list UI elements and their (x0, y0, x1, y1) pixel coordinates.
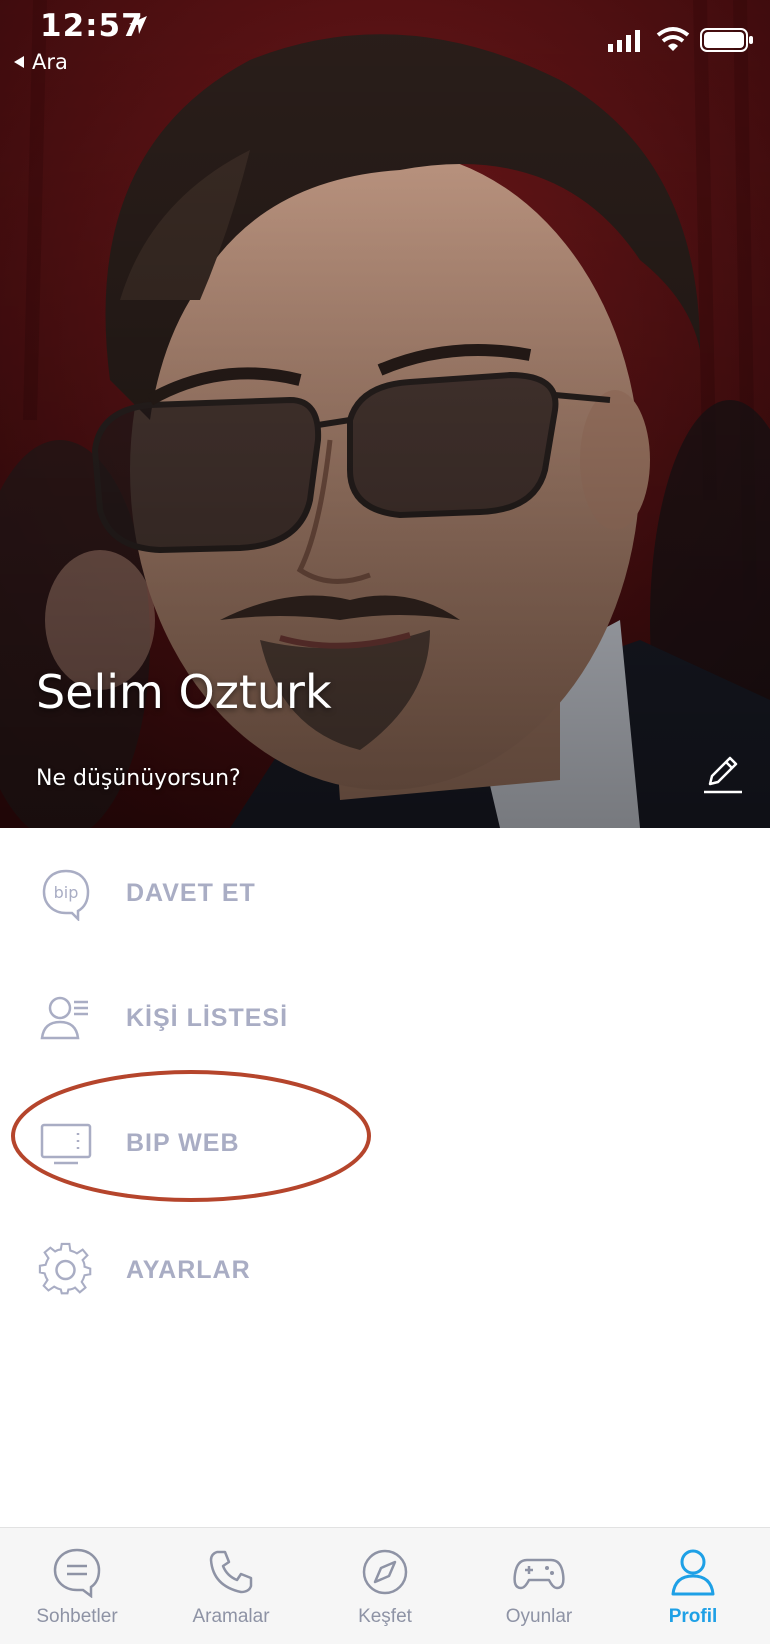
tab-discover[interactable]: Keşfet (308, 1528, 462, 1644)
status-bar: 12:57 Ara (0, 0, 770, 90)
battery-icon (700, 28, 753, 52)
tab-label: Keşfet (358, 1606, 412, 1627)
tab-label: Sohbetler (36, 1606, 118, 1627)
compass-icon (362, 1549, 408, 1595)
tab-profile[interactable]: Profil (616, 1528, 770, 1644)
gamepad-icon (513, 1558, 565, 1590)
chat-bubble-icon (53, 1548, 101, 1598)
menu-item-label: AYARLAR (126, 1255, 251, 1284)
menu-item-label: KİŞİ LİSTESİ (126, 1003, 289, 1032)
profile-photo[interactable]: 12:57 Ara Selim Ozturk Ne düşünüyorsun? (0, 0, 770, 828)
profile-name: Selim Ozturk (36, 665, 332, 719)
menu-item-settings[interactable]: AYARLAR (0, 1215, 770, 1325)
tab-calls[interactable]: Aramalar (154, 1528, 308, 1644)
bip-logo-icon: bip (42, 869, 90, 921)
tab-bar: Sohbetler Aramalar Keşfet Oyunlar Profil (0, 1527, 770, 1644)
back-label: Ara (32, 50, 68, 74)
menu-item-bip-web[interactable]: BIP WEB (0, 1088, 770, 1198)
menu-item-invite[interactable]: bip DAVET ET (0, 838, 770, 948)
user-icon (671, 1549, 715, 1596)
menu-item-label: BIP WEB (126, 1128, 240, 1157)
location-arrow-icon (129, 16, 147, 34)
phone-icon (209, 1550, 253, 1594)
tab-label: Profil (668, 1606, 718, 1627)
tab-label: Aramalar (192, 1606, 270, 1627)
tab-games[interactable]: Oyunlar (462, 1528, 616, 1644)
profile-status-message[interactable]: Ne düşünüyorsun? (36, 766, 241, 791)
gear-icon (38, 1242, 92, 1295)
back-arrow-icon (14, 56, 24, 68)
contact-list-icon (40, 996, 88, 1040)
menu-item-label: DAVET ET (126, 878, 256, 907)
svg-text:bip: bip (54, 883, 79, 902)
wifi-icon (656, 27, 690, 51)
menu-item-contact-list[interactable]: KİŞİ LİSTESİ (0, 963, 770, 1073)
back-to-app-button[interactable]: Ara (14, 50, 68, 74)
tab-chats[interactable]: Sohbetler (0, 1528, 154, 1644)
monitor-icon (40, 1123, 92, 1165)
tab-label: Oyunlar (505, 1606, 573, 1627)
signal-icon (608, 30, 640, 52)
pencil-icon[interactable] (700, 752, 744, 796)
